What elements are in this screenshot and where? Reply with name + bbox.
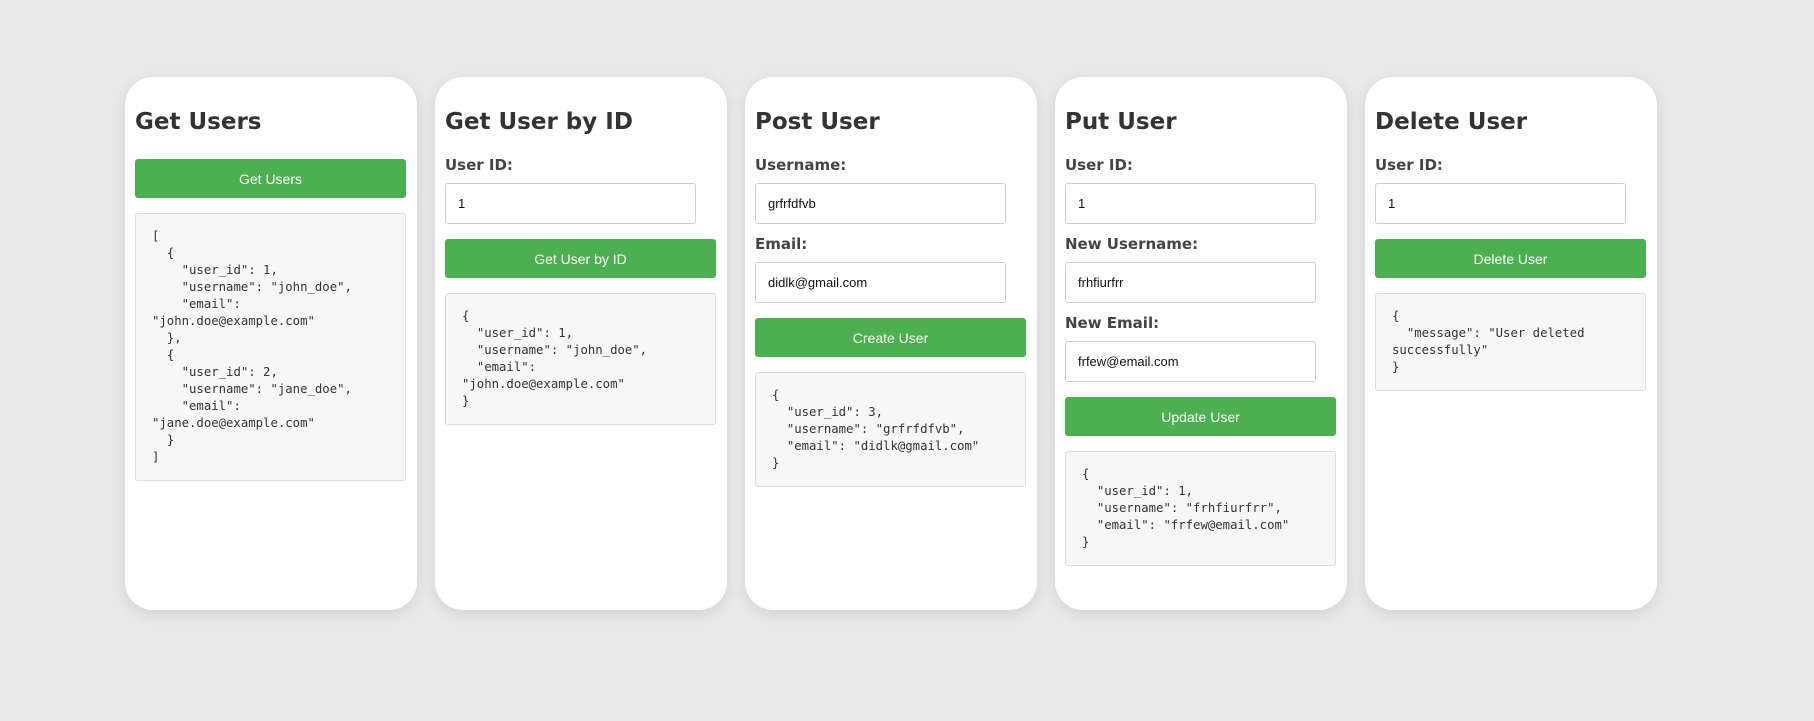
delete-user-title: Delete User <box>1375 109 1528 135</box>
get-users-title: Get Users <box>135 109 262 135</box>
user-id-input[interactable] <box>445 183 696 224</box>
post-user-card: Post User Username: Email: Create User {… <box>745 77 1037 610</box>
delete-user-id-input[interactable] <box>1375 183 1626 224</box>
new-username-label: New Username: <box>1065 235 1199 253</box>
put-user-id-label: User ID: <box>1065 156 1133 174</box>
put-user-card: Put User User ID: New Username: New Emai… <box>1055 77 1347 610</box>
username-label: Username: <box>755 156 847 174</box>
update-user-button[interactable]: Update User <box>1065 397 1336 436</box>
get-users-button[interactable]: Get Users <box>135 159 406 198</box>
new-email-label: New Email: <box>1065 314 1160 332</box>
post-user-title: Post User <box>755 109 880 135</box>
delete-user-button[interactable]: Delete User <box>1375 239 1646 278</box>
put-user-title: Put User <box>1065 109 1177 135</box>
delete-user-id-label: User ID: <box>1375 156 1443 174</box>
api-cards-container: Get Users Get Users [ { "user_id": 1, "u… <box>125 77 1657 610</box>
put-user-result: { "user_id": 1, "username": "frhfiurfrr"… <box>1065 451 1336 566</box>
username-input[interactable] <box>755 183 1006 224</box>
post-user-result: { "user_id": 3, "username": "grfrfdfvb",… <box>755 372 1026 487</box>
delete-user-card: Delete User User ID: Delete User { "mess… <box>1365 77 1657 610</box>
email-label: Email: <box>755 235 808 253</box>
new-email-input[interactable] <box>1065 341 1316 382</box>
user-id-label: User ID: <box>445 156 513 174</box>
put-user-id-input[interactable] <box>1065 183 1316 224</box>
delete-user-result: { "message": "User deleted successfully"… <box>1375 293 1646 391</box>
get-users-result: [ { "user_id": 1, "username": "john_doe"… <box>135 213 406 481</box>
get-user-by-id-result: { "user_id": 1, "username": "john_doe", … <box>445 293 716 425</box>
new-username-input[interactable] <box>1065 262 1316 303</box>
get-users-card: Get Users Get Users [ { "user_id": 1, "u… <box>125 77 417 610</box>
create-user-button[interactable]: Create User <box>755 318 1026 357</box>
get-user-by-id-title: Get User by ID <box>445 109 633 135</box>
get-user-by-id-card: Get User by ID User ID: Get User by ID {… <box>435 77 727 610</box>
get-user-by-id-button[interactable]: Get User by ID <box>445 239 716 278</box>
email-input[interactable] <box>755 262 1006 303</box>
